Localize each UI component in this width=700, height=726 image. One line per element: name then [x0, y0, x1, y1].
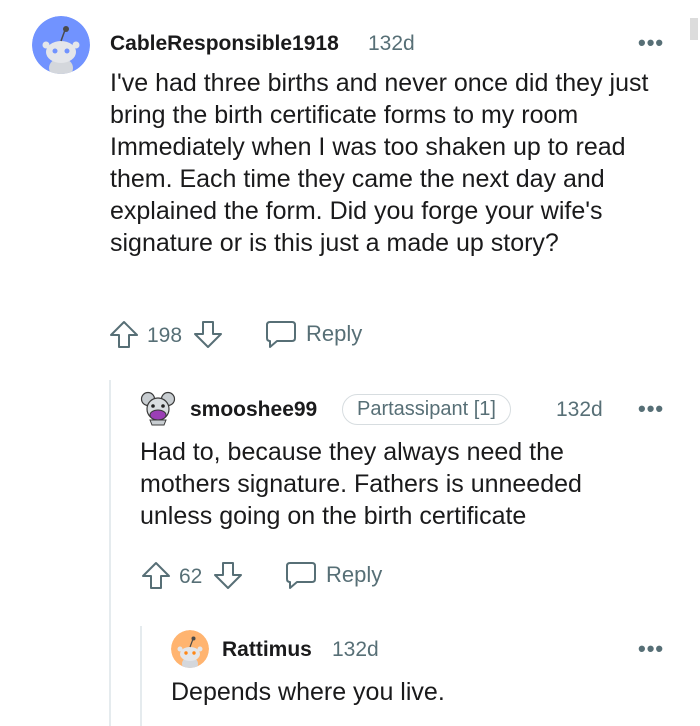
- scrollbar[interactable]: [690, 18, 698, 40]
- comment-bubble-icon: [286, 562, 316, 589]
- vote-count: 62: [179, 565, 203, 588]
- comment-bubble-icon: [266, 321, 296, 348]
- reply-label: Reply: [306, 321, 363, 346]
- reply-button[interactable]: Reply: [284, 559, 382, 591]
- avatar[interactable]: [32, 16, 90, 74]
- downvote-icon[interactable]: [212, 559, 244, 596]
- avatar[interactable]: [140, 390, 176, 426]
- comment-age: 132d: [332, 638, 379, 661]
- downvote-icon[interactable]: [192, 318, 224, 355]
- more-options-icon[interactable]: •••: [638, 398, 664, 420]
- reply-label: Reply: [326, 562, 383, 587]
- comment-author[interactable]: Rattimus: [222, 638, 312, 662]
- more-options-icon[interactable]: •••: [638, 32, 664, 54]
- vote-count: 198: [147, 324, 183, 347]
- user-flair: Partassipant [1]: [342, 394, 511, 425]
- comment-author[interactable]: CableResponsible1918: [110, 32, 339, 56]
- comment-body: I've had three births and never once did…: [110, 69, 649, 257]
- more-options-icon[interactable]: •••: [638, 638, 664, 660]
- comment-age: 132d: [556, 398, 603, 421]
- comment-body: Had to, because they always need the mot…: [140, 438, 582, 530]
- comment-author[interactable]: smooshee99: [190, 398, 317, 422]
- upvote-icon[interactable]: [140, 559, 172, 596]
- thread-line[interactable]: [109, 380, 111, 726]
- reply-button[interactable]: Reply: [264, 318, 362, 350]
- snoo-avatar-icon: [171, 630, 209, 668]
- snoo-avatar-icon: [32, 16, 90, 74]
- thread-line[interactable]: [140, 626, 142, 726]
- avatar[interactable]: [171, 630, 209, 668]
- mouse-avatar-icon: [140, 391, 176, 426]
- upvote-icon[interactable]: [108, 318, 140, 355]
- comment-body: Depends where you live.: [171, 678, 445, 706]
- comment-age: 132d: [368, 32, 415, 55]
